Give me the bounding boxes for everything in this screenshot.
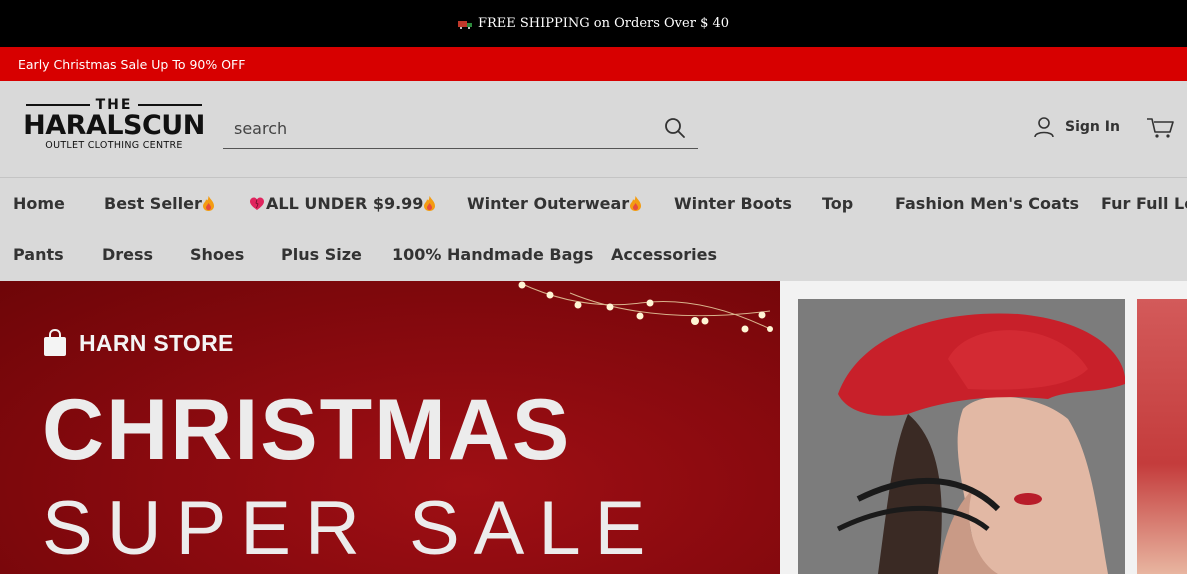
search-icon[interactable] xyxy=(664,117,686,139)
string-lights-decoration xyxy=(518,281,773,333)
hero-title: CHRISTMAS xyxy=(42,382,572,478)
user-icon xyxy=(1034,117,1054,138)
fire-icon xyxy=(202,196,214,211)
search-input[interactable] xyxy=(223,108,643,148)
site-logo[interactable]: THE HARALSCUN OUTLET CLOTHING CENTRE xyxy=(20,97,208,156)
main-navigation: Home Best Seller ALL UNDER $9.99 Winter … xyxy=(0,178,1187,281)
nav-item-winter-boots[interactable]: Winter Boots xyxy=(674,194,792,213)
logo-tagline: OUTLET CLOTHING CENTRE xyxy=(45,140,183,151)
cart-button[interactable] xyxy=(1146,117,1176,139)
promo-bar[interactable]: Early Christmas Sale Up To 90% OFF xyxy=(0,47,1187,81)
nav-item-top[interactable]: Top xyxy=(822,194,853,213)
shopping-bag-icon xyxy=(44,329,66,356)
nav-item-home[interactable]: Home xyxy=(13,194,65,213)
search-bar xyxy=(223,108,698,149)
nav-item-label: ALL UNDER $9.99 xyxy=(266,194,424,213)
nav-item-best-seller[interactable]: Best Seller xyxy=(104,194,214,213)
model-photo-partial[interactable] xyxy=(1137,299,1187,574)
promo-text[interactable]: Early Christmas Sale Up To 90% OFF xyxy=(18,57,245,72)
shipping-announcement-bar: FREE SHIPPING on Orders Over $ 40 xyxy=(0,0,1187,47)
fire-icon xyxy=(630,196,642,211)
sign-in-label[interactable]: Sign In xyxy=(1065,119,1120,135)
nav-item-fashion-mens-coats[interactable]: Fashion Men's Coats xyxy=(895,194,1079,213)
shipping-text: FREE SHIPPING on Orders Over $ 40 xyxy=(477,16,730,31)
sign-in-link[interactable]: Sign In xyxy=(1033,116,1120,138)
nav-item-winter-outerwear[interactable]: Winter Outerwear xyxy=(467,194,642,213)
store-badge: HARN STORE xyxy=(43,329,234,357)
store-name: HARN STORE xyxy=(79,329,234,356)
nav-item-all-under-999[interactable]: ALL UNDER $9.99 xyxy=(250,194,436,213)
truck-icon xyxy=(457,21,472,29)
nav-item-pants[interactable]: Pants xyxy=(13,245,64,264)
hero-banner[interactable]: HARN STORE CHRISTMAS SUPER SALE xyxy=(0,281,1187,574)
nav-item-shoes[interactable]: Shoes xyxy=(190,245,244,264)
nav-item-label: Winter Outerwear xyxy=(467,194,630,213)
nav-item-accessories[interactable]: Accessories xyxy=(611,245,717,264)
nav-item-dress[interactable]: Dress xyxy=(102,245,153,264)
heart-icon xyxy=(250,197,264,210)
hero-subtitle: SUPER SALE xyxy=(42,486,660,571)
cart-icon xyxy=(1147,118,1174,138)
logo-brand: HARALSCUN xyxy=(23,110,205,141)
nav-item-fur-full-length[interactable]: Fur Full Ler xyxy=(1101,194,1187,213)
hero-promo-panel[interactable]: HARN STORE CHRISTMAS SUPER SALE xyxy=(0,281,780,574)
site-header: THE HARALSCUN OUTLET CLOTHING CENTRE Sig… xyxy=(0,81,1187,178)
nav-item-label: Best Seller xyxy=(104,194,202,213)
nav-item-plus-size[interactable]: Plus Size xyxy=(281,245,362,264)
model-illustration xyxy=(798,299,1125,574)
fire-icon xyxy=(424,196,436,211)
model-photo-red-hat[interactable] xyxy=(798,299,1125,574)
nav-item-handmade-bags[interactable]: 100% Handmade Bags xyxy=(392,245,593,264)
